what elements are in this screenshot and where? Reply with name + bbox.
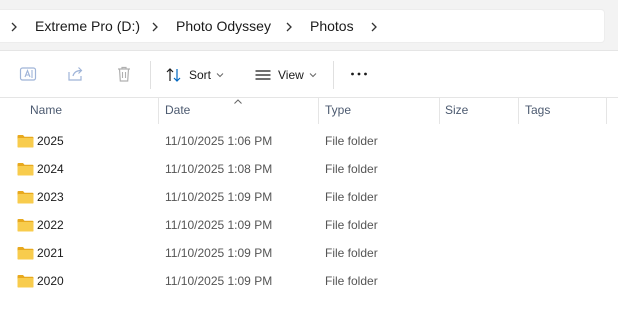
column-header-date[interactable]: Date <box>165 103 190 117</box>
file-type: File folder <box>325 134 378 148</box>
breadcrumb-item-drive[interactable]: Extreme Pro (D:) <box>35 18 140 34</box>
sort-label: Sort <box>189 68 212 82</box>
file-date: 11/10/2025 1:09 PM <box>165 274 273 288</box>
file-row[interactable]: 2021 11/10/2025 1:09 PM File folder <box>0 240 618 268</box>
toolbar-divider <box>150 61 151 89</box>
address-bar: Extreme Pro (D:) Photo Odyssey Photos <box>0 0 618 51</box>
column-header-size[interactable]: Size <box>445 103 468 117</box>
folder-icon <box>17 275 34 288</box>
sort-ascending-icon <box>234 99 242 104</box>
chevron-down-icon <box>309 73 317 78</box>
chevron-right-icon[interactable] <box>368 20 380 34</box>
file-name: 2021 <box>37 246 64 260</box>
file-name: 2020 <box>37 274 64 288</box>
breadcrumb[interactable]: Extreme Pro (D:) Photo Odyssey Photos <box>0 9 605 43</box>
file-name: 2022 <box>37 218 64 232</box>
file-name: 2025 <box>37 134 64 148</box>
column-divider[interactable] <box>439 98 440 124</box>
sort-icon <box>166 68 181 82</box>
column-divider[interactable] <box>318 98 319 124</box>
column-divider[interactable] <box>518 98 519 124</box>
command-bar: Sort View <box>0 51 618 98</box>
column-header-type[interactable]: Type <box>325 103 351 117</box>
sort-button[interactable]: Sort <box>165 61 224 89</box>
folder-icon <box>17 163 34 176</box>
rename-icon[interactable] <box>18 64 38 84</box>
file-name: 2023 <box>37 190 64 204</box>
folder-icon <box>17 191 34 204</box>
file-row[interactable]: 2020 11/10/2025 1:09 PM File folder <box>0 268 618 296</box>
file-row[interactable]: 2023 11/10/2025 1:09 PM File folder <box>0 184 618 212</box>
column-divider[interactable] <box>606 98 607 124</box>
file-type: File folder <box>325 218 378 232</box>
file-type: File folder <box>325 274 378 288</box>
view-button[interactable]: View <box>254 61 317 89</box>
folder-icon <box>17 219 34 232</box>
toolbar-divider <box>333 61 334 89</box>
delete-icon[interactable] <box>114 64 134 84</box>
chevron-right-icon[interactable] <box>283 20 295 34</box>
breadcrumb-item-photos[interactable]: Photos <box>310 18 354 34</box>
more-options-icon[interactable] <box>349 64 369 84</box>
file-row[interactable]: 2024 11/10/2025 1:08 PM File folder <box>0 156 618 184</box>
column-header-row: Name Date Type Size Tags <box>0 98 618 124</box>
folder-icon <box>17 247 34 260</box>
file-row[interactable]: 2022 11/10/2025 1:09 PM File folder <box>0 212 618 240</box>
share-icon[interactable] <box>66 64 86 84</box>
file-date: 11/10/2025 1:08 PM <box>165 162 273 176</box>
column-divider[interactable] <box>158 98 159 124</box>
file-date: 11/10/2025 1:09 PM <box>165 246 273 260</box>
file-type: File folder <box>325 162 378 176</box>
chevron-down-icon <box>216 73 224 78</box>
chevron-right-icon[interactable] <box>8 20 20 34</box>
view-label: View <box>278 68 304 82</box>
column-header-name[interactable]: Name <box>30 103 62 117</box>
file-date: 11/10/2025 1:09 PM <box>165 218 273 232</box>
file-name: 2024 <box>37 162 64 176</box>
view-list-icon <box>255 70 271 80</box>
chevron-right-icon[interactable] <box>149 20 161 34</box>
file-date: 11/10/2025 1:09 PM <box>165 190 273 204</box>
folder-icon <box>17 135 34 148</box>
file-type: File folder <box>325 246 378 260</box>
file-date: 11/10/2025 1:06 PM <box>165 134 273 148</box>
column-header-tags[interactable]: Tags <box>525 103 550 117</box>
breadcrumb-item-photo-odyssey[interactable]: Photo Odyssey <box>176 18 271 34</box>
file-type: File folder <box>325 190 378 204</box>
file-row[interactable]: 2025 11/10/2025 1:06 PM File folder <box>0 128 618 156</box>
